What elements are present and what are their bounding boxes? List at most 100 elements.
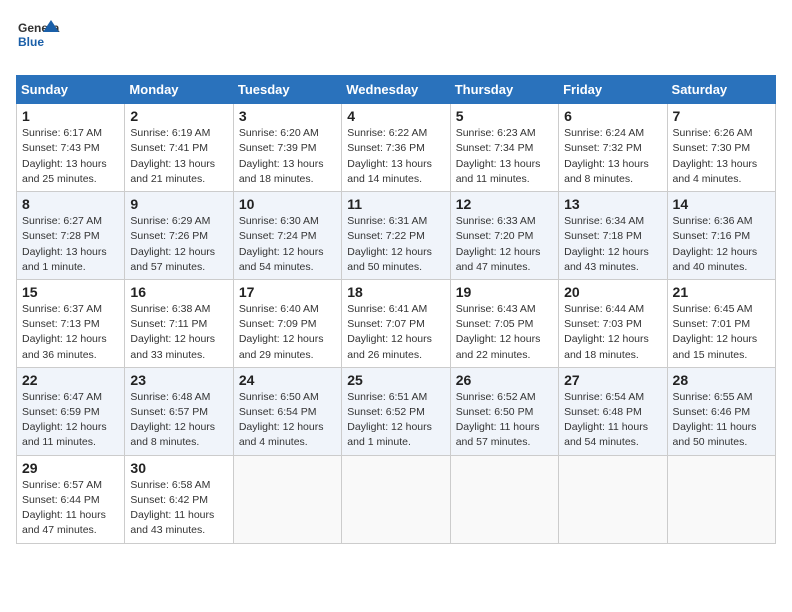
header-thursday: Thursday [450,76,558,104]
calendar-cell: 9 Sunrise: 6:29 AMSunset: 7:26 PMDayligh… [125,192,233,280]
cell-info: Sunrise: 6:41 AMSunset: 7:07 PMDaylight:… [347,303,432,361]
cell-info: Sunrise: 6:57 AMSunset: 6:44 PMDaylight:… [22,479,106,537]
calendar-cell [342,455,450,543]
calendar-table: Sunday Monday Tuesday Wednesday Thursday… [16,75,776,543]
day-number: 5 [456,108,553,124]
calendar-cell: 2 Sunrise: 6:19 AMSunset: 7:41 PMDayligh… [125,104,233,192]
calendar-cell: 24 Sunrise: 6:50 AMSunset: 6:54 PMDaylig… [233,367,341,455]
day-number: 20 [564,284,661,300]
calendar-cell: 1 Sunrise: 6:17 AMSunset: 7:43 PMDayligh… [17,104,125,192]
day-number: 17 [239,284,336,300]
calendar-cell: 6 Sunrise: 6:24 AMSunset: 7:32 PMDayligh… [559,104,667,192]
day-number: 13 [564,196,661,212]
calendar-week-row: 22 Sunrise: 6:47 AMSunset: 6:59 PMDaylig… [17,367,776,455]
weekday-header-row: Sunday Monday Tuesday Wednesday Thursday… [17,76,776,104]
cell-info: Sunrise: 6:38 AMSunset: 7:11 PMDaylight:… [130,303,215,361]
day-number: 22 [22,372,119,388]
calendar-cell [559,455,667,543]
calendar-cell: 7 Sunrise: 6:26 AMSunset: 7:30 PMDayligh… [667,104,775,192]
cell-info: Sunrise: 6:19 AMSunset: 7:41 PMDaylight:… [130,127,215,185]
day-number: 21 [673,284,770,300]
cell-info: Sunrise: 6:30 AMSunset: 7:24 PMDaylight:… [239,215,324,273]
day-number: 4 [347,108,444,124]
calendar-cell: 16 Sunrise: 6:38 AMSunset: 7:11 PMDaylig… [125,279,233,367]
cell-info: Sunrise: 6:37 AMSunset: 7:13 PMDaylight:… [22,303,107,361]
logo-graphic: General Blue [16,16,60,60]
cell-info: Sunrise: 6:54 AMSunset: 6:48 PMDaylight:… [564,391,648,449]
day-number: 7 [673,108,770,124]
cell-info: Sunrise: 6:20 AMSunset: 7:39 PMDaylight:… [239,127,324,185]
calendar-cell: 28 Sunrise: 6:55 AMSunset: 6:46 PMDaylig… [667,367,775,455]
calendar-cell: 18 Sunrise: 6:41 AMSunset: 7:07 PMDaylig… [342,279,450,367]
cell-info: Sunrise: 6:33 AMSunset: 7:20 PMDaylight:… [456,215,541,273]
day-number: 26 [456,372,553,388]
day-number: 25 [347,372,444,388]
calendar-cell [450,455,558,543]
header-saturday: Saturday [667,76,775,104]
cell-info: Sunrise: 6:40 AMSunset: 7:09 PMDaylight:… [239,303,324,361]
calendar-cell [667,455,775,543]
header-tuesday: Tuesday [233,76,341,104]
calendar-cell: 29 Sunrise: 6:57 AMSunset: 6:44 PMDaylig… [17,455,125,543]
calendar-cell: 25 Sunrise: 6:51 AMSunset: 6:52 PMDaylig… [342,367,450,455]
calendar-week-row: 1 Sunrise: 6:17 AMSunset: 7:43 PMDayligh… [17,104,776,192]
header-monday: Monday [125,76,233,104]
calendar-cell: 23 Sunrise: 6:48 AMSunset: 6:57 PMDaylig… [125,367,233,455]
cell-info: Sunrise: 6:34 AMSunset: 7:18 PMDaylight:… [564,215,649,273]
calendar-week-row: 8 Sunrise: 6:27 AMSunset: 7:28 PMDayligh… [17,192,776,280]
day-number: 3 [239,108,336,124]
calendar-header: Sunday Monday Tuesday Wednesday Thursday… [17,76,776,104]
day-number: 19 [456,284,553,300]
calendar-week-row: 29 Sunrise: 6:57 AMSunset: 6:44 PMDaylig… [17,455,776,543]
cell-info: Sunrise: 6:55 AMSunset: 6:46 PMDaylight:… [673,391,757,449]
calendar-cell: 30 Sunrise: 6:58 AMSunset: 6:42 PMDaylig… [125,455,233,543]
calendar-cell: 26 Sunrise: 6:52 AMSunset: 6:50 PMDaylig… [450,367,558,455]
header-sunday: Sunday [17,76,125,104]
day-number: 12 [456,196,553,212]
calendar-cell: 17 Sunrise: 6:40 AMSunset: 7:09 PMDaylig… [233,279,341,367]
cell-info: Sunrise: 6:24 AMSunset: 7:32 PMDaylight:… [564,127,649,185]
calendar-cell: 13 Sunrise: 6:34 AMSunset: 7:18 PMDaylig… [559,192,667,280]
day-number: 24 [239,372,336,388]
logo: General Blue [16,16,60,65]
calendar-cell: 22 Sunrise: 6:47 AMSunset: 6:59 PMDaylig… [17,367,125,455]
calendar-cell: 15 Sunrise: 6:37 AMSunset: 7:13 PMDaylig… [17,279,125,367]
calendar-cell: 21 Sunrise: 6:45 AMSunset: 7:01 PMDaylig… [667,279,775,367]
day-number: 2 [130,108,227,124]
cell-info: Sunrise: 6:52 AMSunset: 6:50 PMDaylight:… [456,391,540,449]
calendar-cell: 5 Sunrise: 6:23 AMSunset: 7:34 PMDayligh… [450,104,558,192]
calendar-body: 1 Sunrise: 6:17 AMSunset: 7:43 PMDayligh… [17,104,776,543]
calendar-cell: 10 Sunrise: 6:30 AMSunset: 7:24 PMDaylig… [233,192,341,280]
cell-info: Sunrise: 6:29 AMSunset: 7:26 PMDaylight:… [130,215,215,273]
day-number: 8 [22,196,119,212]
cell-info: Sunrise: 6:44 AMSunset: 7:03 PMDaylight:… [564,303,649,361]
svg-text:Blue: Blue [18,35,44,49]
calendar-cell: 8 Sunrise: 6:27 AMSunset: 7:28 PMDayligh… [17,192,125,280]
day-number: 11 [347,196,444,212]
cell-info: Sunrise: 6:45 AMSunset: 7:01 PMDaylight:… [673,303,758,361]
day-number: 6 [564,108,661,124]
cell-info: Sunrise: 6:36 AMSunset: 7:16 PMDaylight:… [673,215,758,273]
cell-info: Sunrise: 6:43 AMSunset: 7:05 PMDaylight:… [456,303,541,361]
day-number: 18 [347,284,444,300]
calendar-cell: 12 Sunrise: 6:33 AMSunset: 7:20 PMDaylig… [450,192,558,280]
calendar-cell: 11 Sunrise: 6:31 AMSunset: 7:22 PMDaylig… [342,192,450,280]
day-number: 10 [239,196,336,212]
cell-info: Sunrise: 6:50 AMSunset: 6:54 PMDaylight:… [239,391,324,449]
day-number: 9 [130,196,227,212]
cell-info: Sunrise: 6:47 AMSunset: 6:59 PMDaylight:… [22,391,107,449]
day-number: 1 [22,108,119,124]
day-number: 23 [130,372,227,388]
day-number: 14 [673,196,770,212]
cell-info: Sunrise: 6:17 AMSunset: 7:43 PMDaylight:… [22,127,107,185]
cell-info: Sunrise: 6:23 AMSunset: 7:34 PMDaylight:… [456,127,541,185]
cell-info: Sunrise: 6:31 AMSunset: 7:22 PMDaylight:… [347,215,432,273]
cell-info: Sunrise: 6:58 AMSunset: 6:42 PMDaylight:… [130,479,214,537]
header-wednesday: Wednesday [342,76,450,104]
cell-info: Sunrise: 6:48 AMSunset: 6:57 PMDaylight:… [130,391,215,449]
cell-info: Sunrise: 6:22 AMSunset: 7:36 PMDaylight:… [347,127,432,185]
calendar-cell: 3 Sunrise: 6:20 AMSunset: 7:39 PMDayligh… [233,104,341,192]
header-friday: Friday [559,76,667,104]
day-number: 27 [564,372,661,388]
calendar-cell: 14 Sunrise: 6:36 AMSunset: 7:16 PMDaylig… [667,192,775,280]
